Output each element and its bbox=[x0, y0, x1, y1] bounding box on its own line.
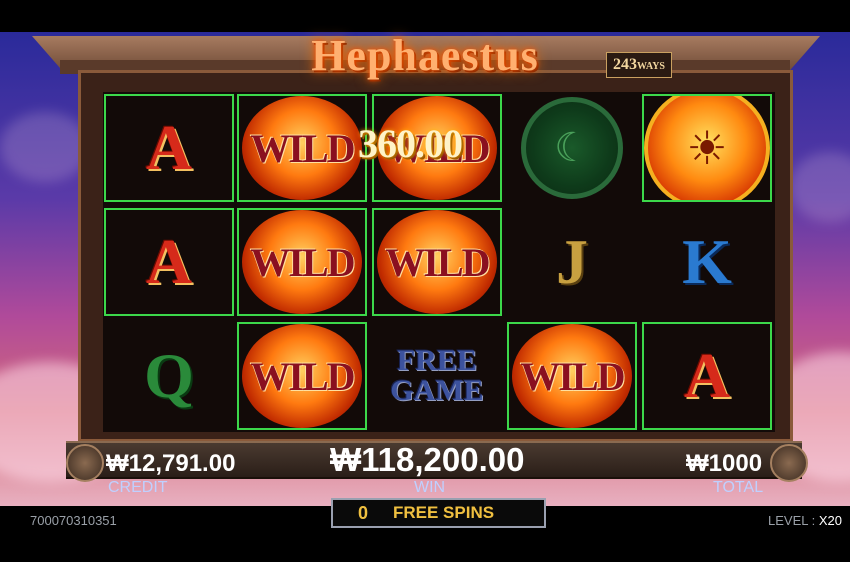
reel-cell-r2c1[interactable]: A bbox=[104, 208, 234, 316]
symbol-a: A bbox=[683, 340, 731, 411]
win-popup-amount: 360.00 bbox=[358, 121, 463, 166]
credit-label: CREDIT bbox=[108, 479, 168, 496]
symbol-a: A bbox=[145, 112, 193, 183]
wild-label: WILD bbox=[250, 239, 355, 285]
ways-number: 243 bbox=[613, 56, 637, 73]
free-game-label-2: GAME bbox=[390, 374, 484, 407]
wild-symbol: WILD bbox=[242, 324, 362, 428]
symbol-j: J bbox=[556, 226, 588, 297]
wild-symbol: WILD bbox=[377, 210, 497, 314]
scroll-ornament-right bbox=[770, 444, 808, 482]
wild-label: WILD bbox=[250, 353, 355, 399]
total-bet-amount[interactable]: ₩1000 bbox=[686, 450, 762, 478]
reel-cell-r1c1[interactable]: A bbox=[104, 94, 234, 202]
wild-symbol: WILD bbox=[242, 210, 362, 314]
reel-cell-r3c1[interactable]: Q bbox=[104, 322, 234, 430]
wild-label: WILD bbox=[250, 125, 355, 171]
reel-cell-r2c5[interactable]: K bbox=[642, 208, 772, 316]
free-game-symbol: FREE GAME bbox=[390, 346, 483, 406]
bottom-black-bar bbox=[0, 532, 850, 562]
reel-cell-r2c2[interactable]: WILD bbox=[237, 208, 367, 316]
wild-label: WILD bbox=[520, 353, 625, 399]
medallion-icon: ☾ bbox=[521, 97, 623, 199]
reel-cell-r2c3[interactable]: WILD bbox=[372, 208, 502, 316]
session-id: 700070310351 bbox=[30, 513, 117, 528]
game-title: Hephaestus bbox=[311, 31, 539, 80]
free-spins-label: FREE SPINS bbox=[393, 503, 495, 522]
symbol-q: Q bbox=[144, 340, 194, 411]
level-value: X20 bbox=[818, 513, 842, 528]
win-amount: ₩118,200.00 bbox=[330, 441, 525, 478]
cloud-top-right bbox=[790, 152, 850, 222]
reel-cell-r3c2[interactable]: WILD bbox=[237, 322, 367, 430]
reel-cell-r3c5[interactable]: A bbox=[642, 322, 772, 430]
reel-cell-r1c2[interactable]: WILD bbox=[237, 94, 367, 202]
hephaestus-face-icon: ☀ bbox=[644, 96, 770, 200]
reel-cell-r1c5[interactable]: ☀ bbox=[642, 94, 772, 202]
wild-symbol: WILD bbox=[512, 324, 632, 428]
ways-label: WAYS bbox=[637, 61, 665, 72]
reel-cell-r1c4[interactable]: ☾ bbox=[507, 94, 637, 202]
total-label: TOTAL bbox=[713, 479, 764, 496]
reel-cell-r3c3[interactable]: FREE GAME bbox=[372, 322, 502, 430]
symbol-k: K bbox=[682, 226, 732, 297]
top-black-bar bbox=[0, 0, 850, 32]
win-label: WIN bbox=[414, 479, 446, 496]
wild-symbol: WILD bbox=[242, 96, 362, 200]
ways-badge: 243WAYS bbox=[606, 52, 672, 78]
level-indicator: LEVEL : X20 bbox=[768, 513, 842, 528]
reel-cell-r3c4[interactable]: WILD bbox=[507, 322, 637, 430]
wild-label: WILD bbox=[385, 239, 490, 285]
level-label: LEVEL : bbox=[768, 513, 816, 528]
free-spins-box: 0 FREE SPINS bbox=[331, 498, 546, 528]
free-game-label-1: FREE bbox=[396, 344, 477, 377]
credit-amount: ₩12,791.00 bbox=[106, 450, 236, 477]
cloud-top-left bbox=[0, 112, 90, 182]
reel-cell-r2c4[interactable]: J bbox=[507, 208, 637, 316]
scroll-ornament-left bbox=[66, 444, 104, 482]
symbol-a: A bbox=[145, 226, 193, 297]
free-spins-count: 0 bbox=[357, 502, 368, 523]
